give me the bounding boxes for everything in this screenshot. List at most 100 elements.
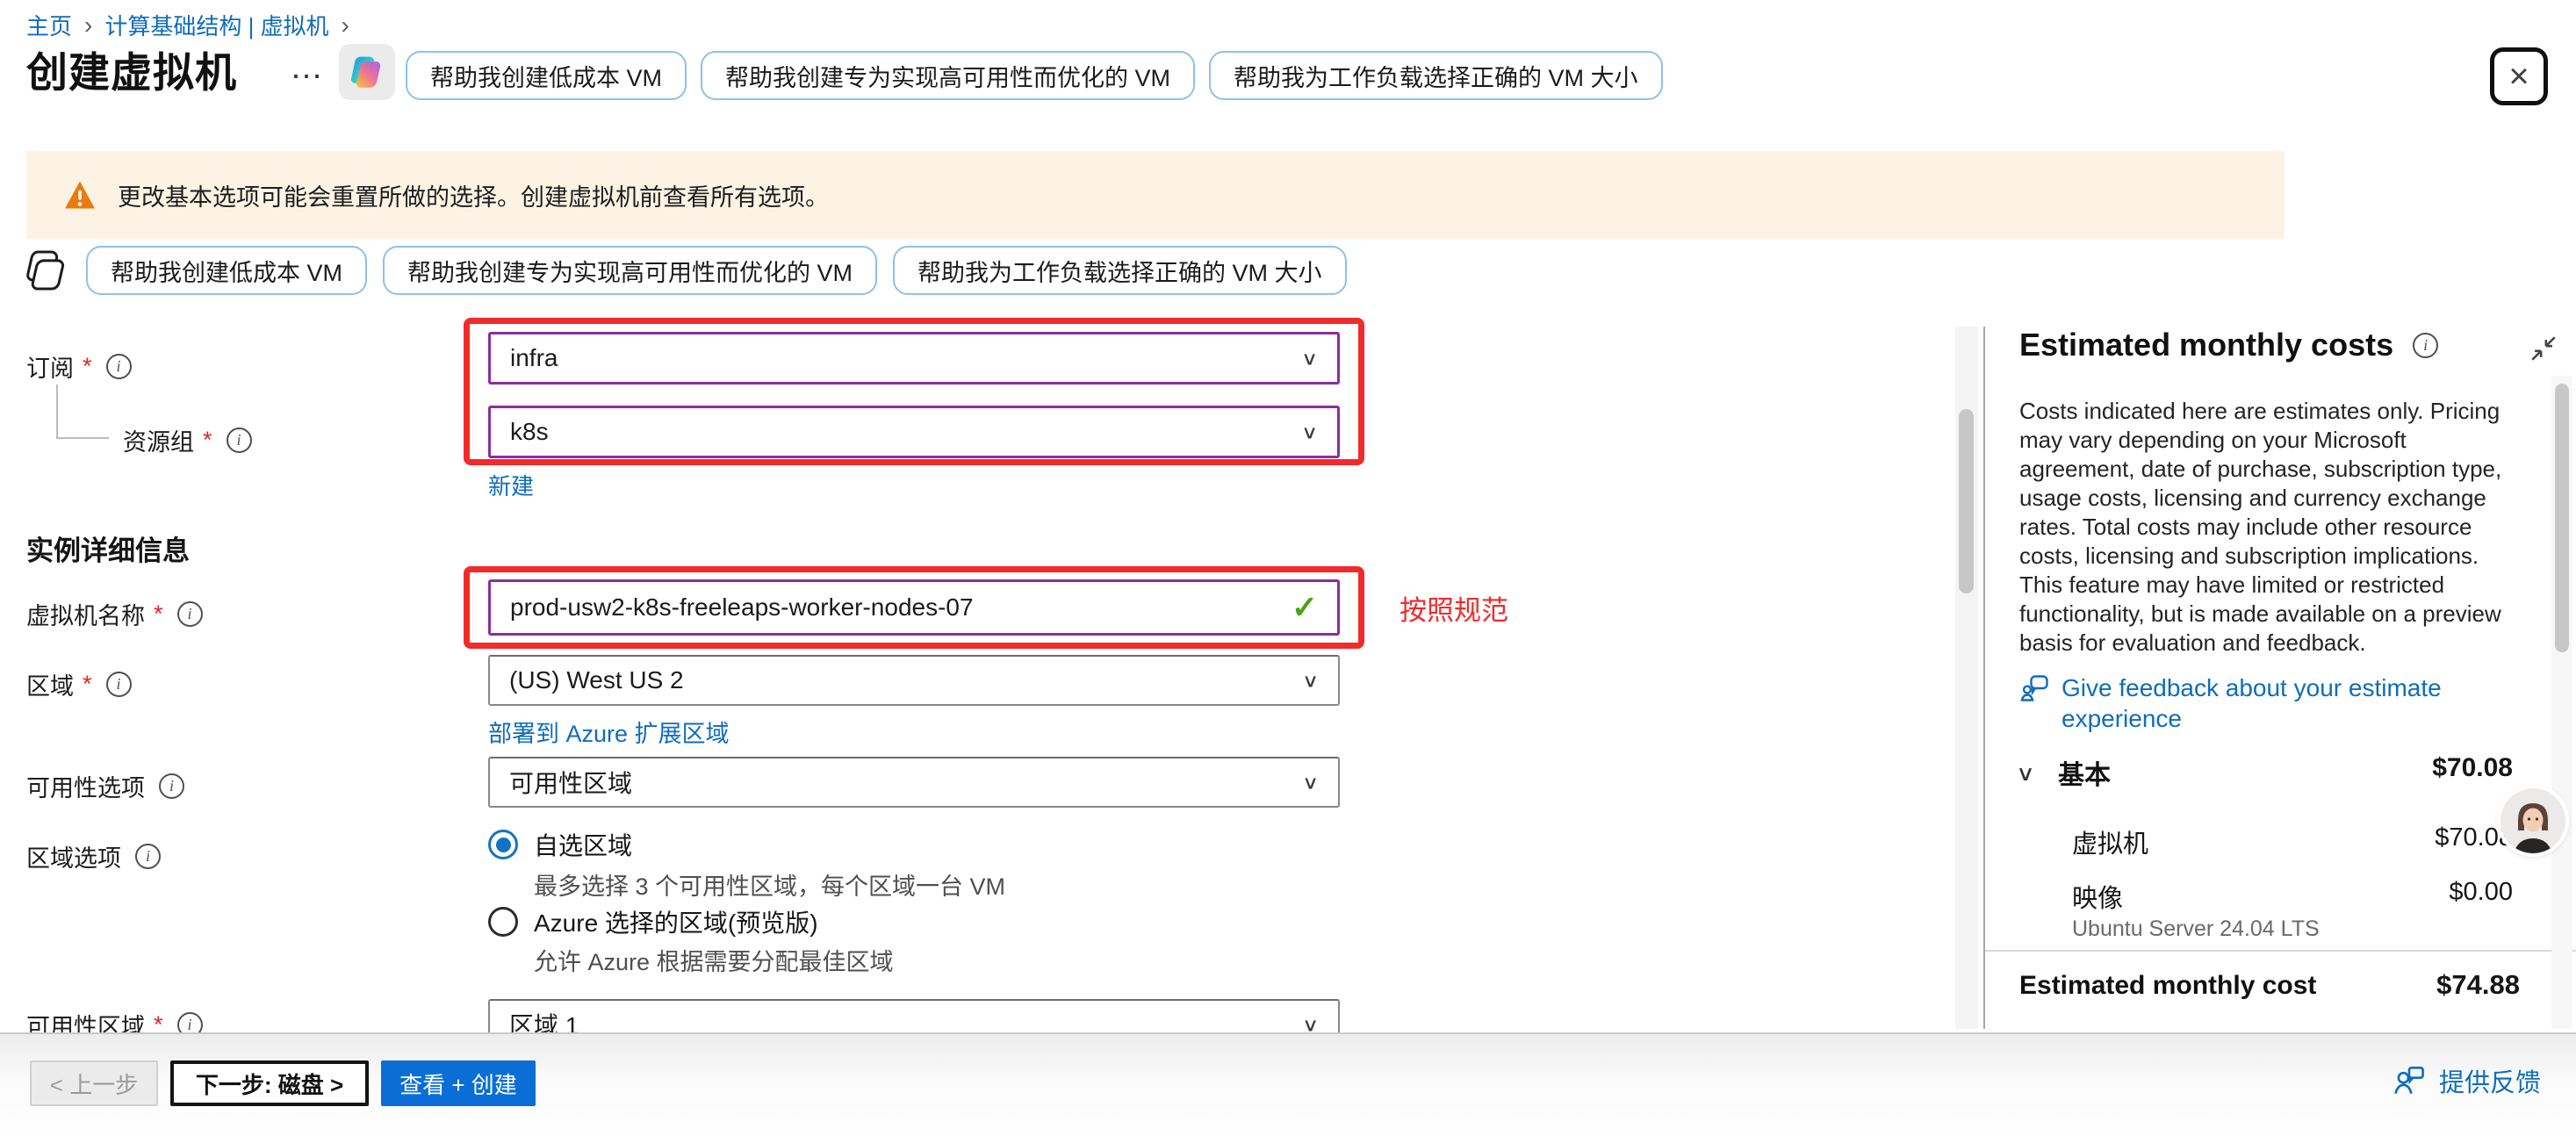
more-options-icon[interactable]: … — [290, 49, 325, 87]
availability-options-label-text: 可用性选项 — [26, 769, 145, 803]
required-mark: * — [203, 427, 212, 454]
help-high-availability-vm-button[interactable]: 帮助我创建专为实现高可用性而优化的 VM — [701, 51, 1195, 100]
person-feedback-icon — [2392, 1065, 2427, 1096]
breadcrumb-home[interactable]: 主页 — [26, 9, 72, 41]
region-select[interactable]: (US) West US 2 ∨ — [488, 655, 1340, 706]
resource-group-select[interactable]: k8s ∨ — [488, 406, 1340, 458]
resource-group-label: 资源组 * i — [123, 423, 252, 457]
header-copilot-buttons: 帮助我创建低成本 VM 帮助我创建专为实现高可用性而优化的 VM 帮助我为工作负… — [406, 51, 1663, 100]
subscription-label: 订阅 * i — [26, 349, 132, 384]
estimate-feedback-text: Give feedback about your estimate experi… — [2062, 672, 2518, 734]
copilot-suggestions-row: 帮助我创建低成本 VM 帮助我创建专为实现高可用性而优化的 VM 帮助我为工作负… — [19, 244, 1347, 297]
chevron-down-icon[interactable]: ∨ — [2016, 762, 2035, 787]
assistant-avatar[interactable] — [2500, 788, 2565, 853]
copilot-button[interactable] — [339, 44, 395, 100]
zone-option-self-select-label: 自选区域 — [534, 827, 632, 862]
warning-banner: 更改基本选项可能会重置所做的选择。创建虚拟机前查看所有选项。 — [26, 151, 2285, 239]
copilot-outline-icon — [19, 244, 70, 297]
vm-name-value: prod-usw2-k8s-freeleaps-worker-nodes-07 — [510, 593, 974, 622]
required-mark: * — [154, 600, 163, 628]
previous-step-button[interactable]: < 上一步 — [30, 1060, 158, 1106]
cost-panel-description: Costs indicated here are estimates only.… — [2019, 397, 2520, 658]
cost-divider — [1985, 950, 2576, 952]
cost-row-sub: Ubuntu Server 24.04 LTS — [2072, 917, 2320, 942]
annotation-note: 按照规范 — [1400, 588, 1508, 628]
chevron-down-icon: ∨ — [1301, 348, 1318, 370]
close-button[interactable]: × — [2490, 47, 2548, 105]
subscription-select[interactable]: infra ∨ — [488, 332, 1340, 385]
feedback-bubbles-icon — [2019, 672, 2051, 704]
cost-group-label[interactable]: 基本 — [2058, 753, 2111, 792]
cost-panel-title: Estimated monthly costs — [2019, 327, 2393, 363]
zone-options-label: 区域选项 i — [26, 839, 161, 873]
copilot-icon — [348, 53, 386, 91]
warning-icon — [63, 180, 97, 210]
help-low-cost-vm-button[interactable]: 帮助我创建低成本 VM — [406, 51, 687, 100]
breadcrumb-separator-icon: › — [340, 11, 351, 40]
chevron-down-icon: ∨ — [1302, 772, 1319, 794]
chevron-down-icon: ∨ — [1302, 670, 1319, 692]
cost-row-label: 虚拟机 — [2072, 823, 2148, 860]
subscription-label-text: 订阅 — [26, 349, 74, 384]
required-mark: * — [83, 353, 92, 380]
valid-check-icon: ✓ — [1292, 589, 1318, 626]
panel-divider — [1983, 327, 1985, 1029]
vm-name-input[interactable]: prod-usw2-k8s-freeleaps-worker-nodes-07 … — [488, 579, 1340, 636]
cost-panel-header: Estimated monthly costs i — [2019, 327, 2438, 363]
field-connector-line — [56, 385, 58, 439]
breadcrumb-virtual-machines[interactable]: 计算基础结构 | 虚拟机 — [104, 9, 328, 41]
suggestion-high-availability-vm-button[interactable]: 帮助我创建专为实现高可用性而优化的 VM — [383, 246, 877, 295]
availability-options-label: 可用性选项 i — [26, 769, 184, 803]
suggestion-vm-size-button[interactable]: 帮助我为工作负载选择正确的 VM 大小 — [893, 246, 1347, 295]
availability-options-select[interactable]: 可用性区域 ∨ — [488, 757, 1340, 808]
required-mark: * — [83, 671, 92, 698]
info-icon[interactable]: i — [177, 601, 203, 627]
radio-selected-icon — [488, 830, 518, 859]
panel-scrollbar-thumb[interactable] — [2555, 384, 2569, 652]
zone-options-label-text: 区域选项 — [26, 839, 121, 873]
help-vm-size-button[interactable]: 帮助我为工作负载选择正确的 VM 大小 — [1209, 51, 1663, 100]
form-scrollbar-thumb[interactable] — [1959, 409, 1974, 593]
resource-group-value: k8s — [510, 418, 549, 446]
zone-option-azure-select[interactable]: Azure 选择的区域(预览版) — [488, 904, 818, 939]
info-icon[interactable]: i — [106, 354, 132, 379]
deploy-extended-zones-link[interactable]: 部署到 Azure 扩展区域 — [488, 715, 730, 749]
review-create-button[interactable]: 查看 + 创建 — [381, 1060, 536, 1106]
suggestion-low-cost-vm-button[interactable]: 帮助我创建低成本 VM — [86, 246, 367, 295]
warning-text: 更改基本选项可能会重置所做的选择。创建虚拟机前查看所有选项。 — [118, 178, 829, 212]
zone-option-azure-select-desc: 允许 Azure 根据需要分配最佳区域 — [534, 943, 894, 977]
info-icon[interactable]: i — [135, 844, 161, 869]
create-new-resource-group-link[interactable]: 新建 — [488, 469, 534, 501]
create-vm-page: 主页 › 计算基础结构 | 虚拟机 › 创建虚拟机 … 帮助我创建低成本 VM … — [0, 0, 2576, 1143]
region-label-text: 区域 — [26, 667, 74, 701]
cost-group-value: $70.08 — [2283, 753, 2513, 783]
collapse-panel-icon[interactable] — [2529, 334, 2558, 368]
zone-option-self-select[interactable]: 自选区域 — [488, 827, 632, 862]
radio-unselected-icon — [488, 907, 518, 937]
info-icon[interactable]: i — [106, 672, 132, 697]
info-icon[interactable]: i — [159, 773, 184, 799]
resource-group-label-text: 资源组 — [123, 423, 194, 457]
breadcrumb: 主页 › 计算基础结构 | 虚拟机 › — [26, 9, 351, 41]
chevron-down-icon: ∨ — [1301, 421, 1318, 443]
subscription-value: infra — [510, 344, 558, 372]
info-icon[interactable]: i — [227, 428, 252, 453]
region-label: 区域 * i — [26, 667, 132, 701]
zone-option-self-select-desc: 最多选择 3 个可用性区域，每个区域一台 VM — [534, 867, 1005, 902]
cost-row-label: 映像 — [2072, 878, 2123, 915]
availability-options-value: 可用性区域 — [509, 765, 632, 800]
close-icon: × — [2508, 57, 2529, 97]
page-feedback-link[interactable]: 提供反馈 — [2392, 1062, 2541, 1099]
next-step-disks-button[interactable]: 下一步: 磁盘 > — [170, 1060, 369, 1106]
cost-total-value: $74.88 — [2283, 969, 2520, 1001]
estimate-feedback-link[interactable]: Give feedback about your estimate experi… — [2019, 672, 2518, 734]
cost-total-label: Estimated monthly cost — [2019, 971, 2316, 1001]
vm-name-label-text: 虚拟机名称 — [26, 597, 145, 631]
vm-name-label: 虚拟机名称 * i — [26, 597, 203, 631]
zone-option-azure-select-label: Azure 选择的区域(预览版) — [534, 904, 818, 939]
info-icon[interactable]: i — [2413, 333, 2438, 358]
page-title: 创建虚拟机 — [26, 39, 237, 99]
wizard-footer: < 上一步 下一步: 磁盘 > 查看 + 创建 提供反馈 — [0, 1032, 2576, 1143]
breadcrumb-separator-icon: › — [83, 11, 94, 40]
page-feedback-text: 提供反馈 — [2439, 1062, 2541, 1099]
